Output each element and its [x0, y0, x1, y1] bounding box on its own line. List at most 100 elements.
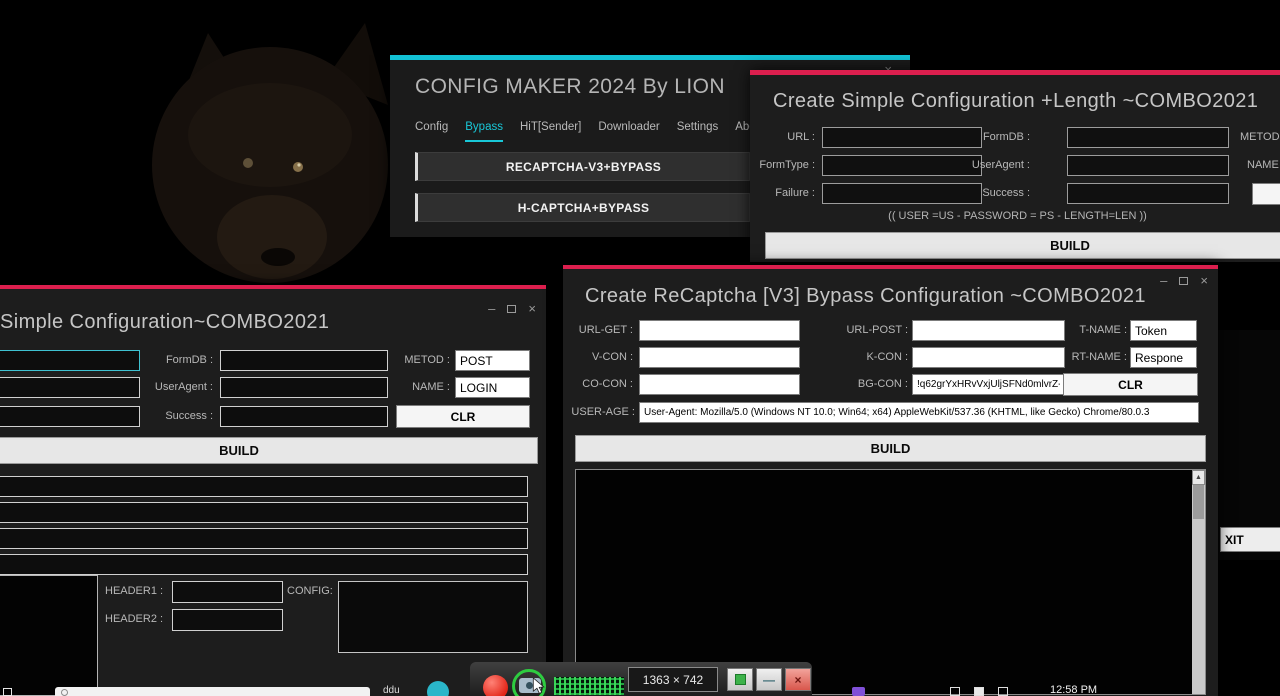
co-con-input[interactable] — [639, 374, 800, 395]
name-label: NAME — [1247, 155, 1280, 176]
failure-input[interactable] — [0, 406, 140, 427]
config-label: CONFIG: — [287, 581, 337, 602]
line-input-4[interactable] — [0, 554, 528, 575]
success-input[interactable] — [220, 406, 388, 427]
line-input-3[interactable] — [0, 528, 528, 549]
metod-label: METOD — [1240, 127, 1280, 148]
clr-button[interactable]: CLR — [396, 405, 530, 428]
exit-button[interactable]: XIT — [1220, 527, 1280, 552]
window-title: Create Simple Configuration +Length ~COM… — [773, 90, 1258, 113]
close-icon[interactable]: × — [1200, 273, 1208, 288]
useragent-label: UserAgent : — [140, 377, 213, 398]
rt-name-input[interactable] — [1130, 347, 1197, 368]
t-name-input[interactable] — [1130, 320, 1197, 341]
useragent-input[interactable] — [220, 377, 388, 398]
url-label: URL : — [750, 127, 815, 148]
build-button[interactable]: BUILD — [575, 435, 1206, 462]
close-icon[interactable]: × — [528, 301, 536, 316]
window-controls: – × — [488, 301, 536, 316]
line-input-2[interactable] — [0, 502, 528, 523]
bg-con-label: BG-CON : — [825, 374, 908, 395]
menu-item-downloader[interactable]: Downloader — [598, 121, 659, 142]
tray-icon-1[interactable] — [950, 687, 960, 696]
close-button[interactable]: × — [785, 668, 811, 691]
useragent-label: UserAgent : — [945, 155, 1030, 176]
useragent-input[interactable] — [1067, 155, 1229, 176]
menu-item-bypass[interactable]: Bypass — [465, 121, 503, 142]
h-captcha-bypass-button[interactable]: H-CAPTCHA+BYPASS — [415, 193, 750, 222]
url-input-focused[interactable] — [0, 350, 140, 371]
name-input[interactable] — [455, 377, 530, 398]
search-icon — [61, 689, 68, 696]
menu-item-config[interactable]: Config — [415, 121, 448, 142]
v-con-label: V-CON : — [563, 347, 633, 368]
k-con-input[interactable] — [912, 347, 1065, 368]
search-bar-partial[interactable] — [55, 687, 370, 696]
page-title: CONFIG MAKER 2024 By LION — [415, 75, 725, 99]
formdb-input[interactable] — [220, 350, 388, 371]
build-button[interactable]: BUILD — [0, 437, 538, 464]
t-name-label: T-NAME : — [1061, 320, 1127, 341]
menu-item-hit-sender[interactable]: HiT[Sender] — [520, 121, 581, 142]
failure-label: Failure : — [750, 183, 815, 204]
success-input[interactable] — [1067, 183, 1229, 204]
metod-label: METOD : — [393, 350, 450, 371]
teal-app-icon[interactable] — [427, 681, 449, 696]
purple-app-icon[interactable] — [852, 687, 865, 696]
url-get-input[interactable] — [639, 320, 800, 341]
menu-bar: Config Bypass HiT[Sender] Downloader Set… — [415, 121, 765, 142]
url-post-label: URL-POST : — [825, 320, 908, 341]
tray-icon-3[interactable] — [998, 687, 1008, 696]
formdb-label: FormDB : — [145, 350, 213, 371]
preview-box — [0, 575, 98, 696]
scroll-up-button[interactable]: ▲ — [1192, 470, 1205, 485]
minimize-icon[interactable]: – — [1160, 273, 1167, 288]
red-accent-strip — [750, 70, 1280, 75]
formtype-input[interactable] — [0, 377, 140, 398]
metod-input[interactable] — [455, 350, 530, 371]
bg-con-input[interactable] — [912, 374, 1065, 395]
url-get-label: URL-GET : — [563, 320, 633, 341]
record-button[interactable] — [483, 675, 508, 696]
red-accent-strip — [563, 265, 1218, 269]
v-con-input[interactable] — [639, 347, 800, 368]
config-box[interactable] — [338, 581, 528, 653]
menu-item-settings[interactable]: Settings — [677, 121, 719, 142]
length-note: (( USER =US - PASSWORD = PS - LENGTH=LEN… — [875, 210, 1160, 222]
build-button[interactable]: BUILD — [765, 232, 1280, 259]
stop-button[interactable] — [727, 668, 753, 691]
url-post-input[interactable] — [912, 320, 1065, 341]
name-label: NAME : — [393, 377, 450, 398]
header2-label: HEADER2 : — [105, 609, 167, 630]
header2-input[interactable] — [172, 609, 283, 631]
recaptcha-window: – × Create ReCaptcha [V3] Bypass Configu… — [563, 265, 1218, 696]
scrollbar-thumb[interactable] — [1193, 485, 1204, 519]
minimize-button[interactable]: — — [756, 668, 782, 691]
screen-recorder-toolbar: 1363 × 742 — × — [470, 662, 812, 696]
corner-icon[interactable] — [3, 688, 12, 696]
co-con-label: CO-CON : — [563, 374, 633, 395]
formdb-input[interactable] — [1067, 127, 1229, 148]
user-age-label: USER-AGE : — [563, 402, 635, 423]
exit-window-partial: XIT — [1218, 330, 1280, 560]
clr-button[interactable] — [1252, 183, 1280, 205]
recaptcha-v3-bypass-button[interactable]: RECAPTCHA-V3+BYPASS — [415, 152, 750, 181]
clock[interactable]: 12:58 PM — [1050, 684, 1097, 696]
tray-icon-2[interactable] — [974, 687, 984, 696]
scrollbar[interactable]: ▲ — [1192, 470, 1205, 694]
success-label: Success : — [945, 183, 1030, 204]
header1-input[interactable] — [172, 581, 283, 603]
desktop: × CONFIG MAKER 2024 By LION Config Bypas… — [0, 0, 1280, 696]
audio-waveform — [554, 677, 624, 695]
maximize-icon[interactable] — [507, 305, 516, 313]
maximize-icon[interactable] — [1179, 277, 1188, 285]
clr-button[interactable]: CLR — [1063, 373, 1198, 396]
minimize-icon[interactable]: – — [488, 301, 495, 316]
line-input-1[interactable] — [0, 476, 528, 497]
red-accent-strip — [0, 285, 546, 289]
header1-label: HEADER1 : — [105, 581, 167, 602]
stop-square-icon — [735, 674, 746, 685]
k-con-label: K-CON : — [825, 347, 908, 368]
simple-length-window: Create Simple Configuration +Length ~COM… — [750, 70, 1280, 262]
user-agent-input[interactable] — [639, 402, 1199, 423]
